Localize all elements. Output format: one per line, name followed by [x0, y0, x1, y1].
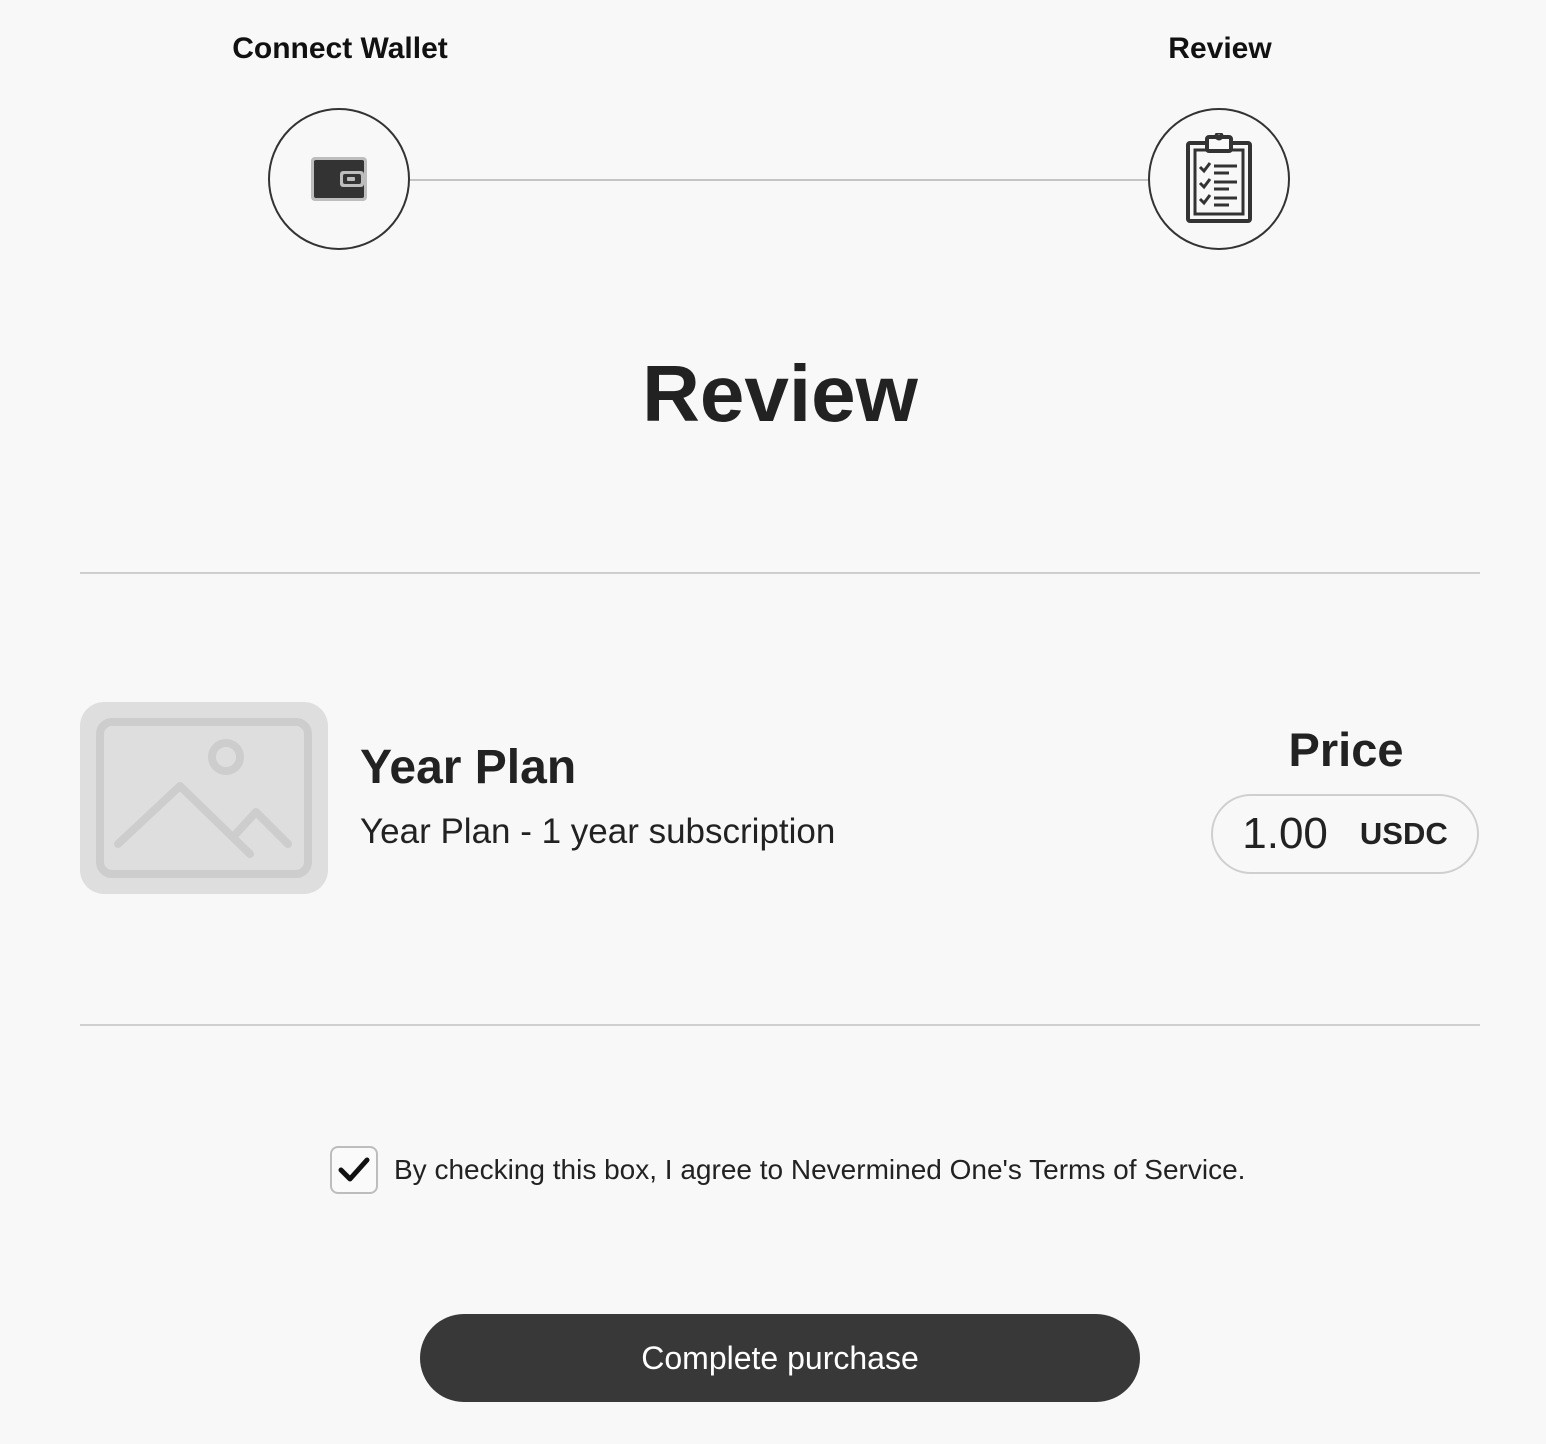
item-description: Year Plan - 1 year subscription	[360, 812, 836, 851]
divider-top	[80, 572, 1480, 574]
step-label-connect-wallet: Connect Wallet	[232, 32, 448, 65]
price-badge: 1.00 USDC	[1211, 794, 1479, 874]
wallet-icon	[311, 157, 367, 201]
stepper-connector	[340, 179, 1220, 181]
complete-purchase-button[interactable]: Complete purchase	[420, 1314, 1140, 1402]
step-review[interactable]	[1148, 108, 1290, 250]
checkout-page: Connect Wallet Review Review Year Plan Y…	[0, 0, 1546, 1444]
price-label: Price	[1288, 723, 1404, 776]
divider-bottom	[80, 1024, 1480, 1026]
price-value: 1.00	[1242, 809, 1328, 858]
item-thumbnail	[80, 702, 328, 894]
terms-checkbox[interactable]	[330, 1146, 378, 1194]
terms-text: By checking this box, I agree to Nevermi…	[394, 1154, 1246, 1185]
image-placeholder-icon	[96, 718, 312, 878]
price-currency: USDC	[1359, 816, 1448, 851]
step-label-review: Review	[1168, 32, 1272, 65]
checkmark-icon	[338, 1157, 370, 1182]
terms-row: By checking this box, I agree to Nevermi…	[330, 1146, 1245, 1194]
page-title: Review	[642, 349, 918, 438]
item-name: Year Plan	[360, 741, 577, 794]
step-connect-wallet[interactable]	[268, 108, 410, 250]
clipboard-checklist-icon	[1186, 133, 1252, 223]
